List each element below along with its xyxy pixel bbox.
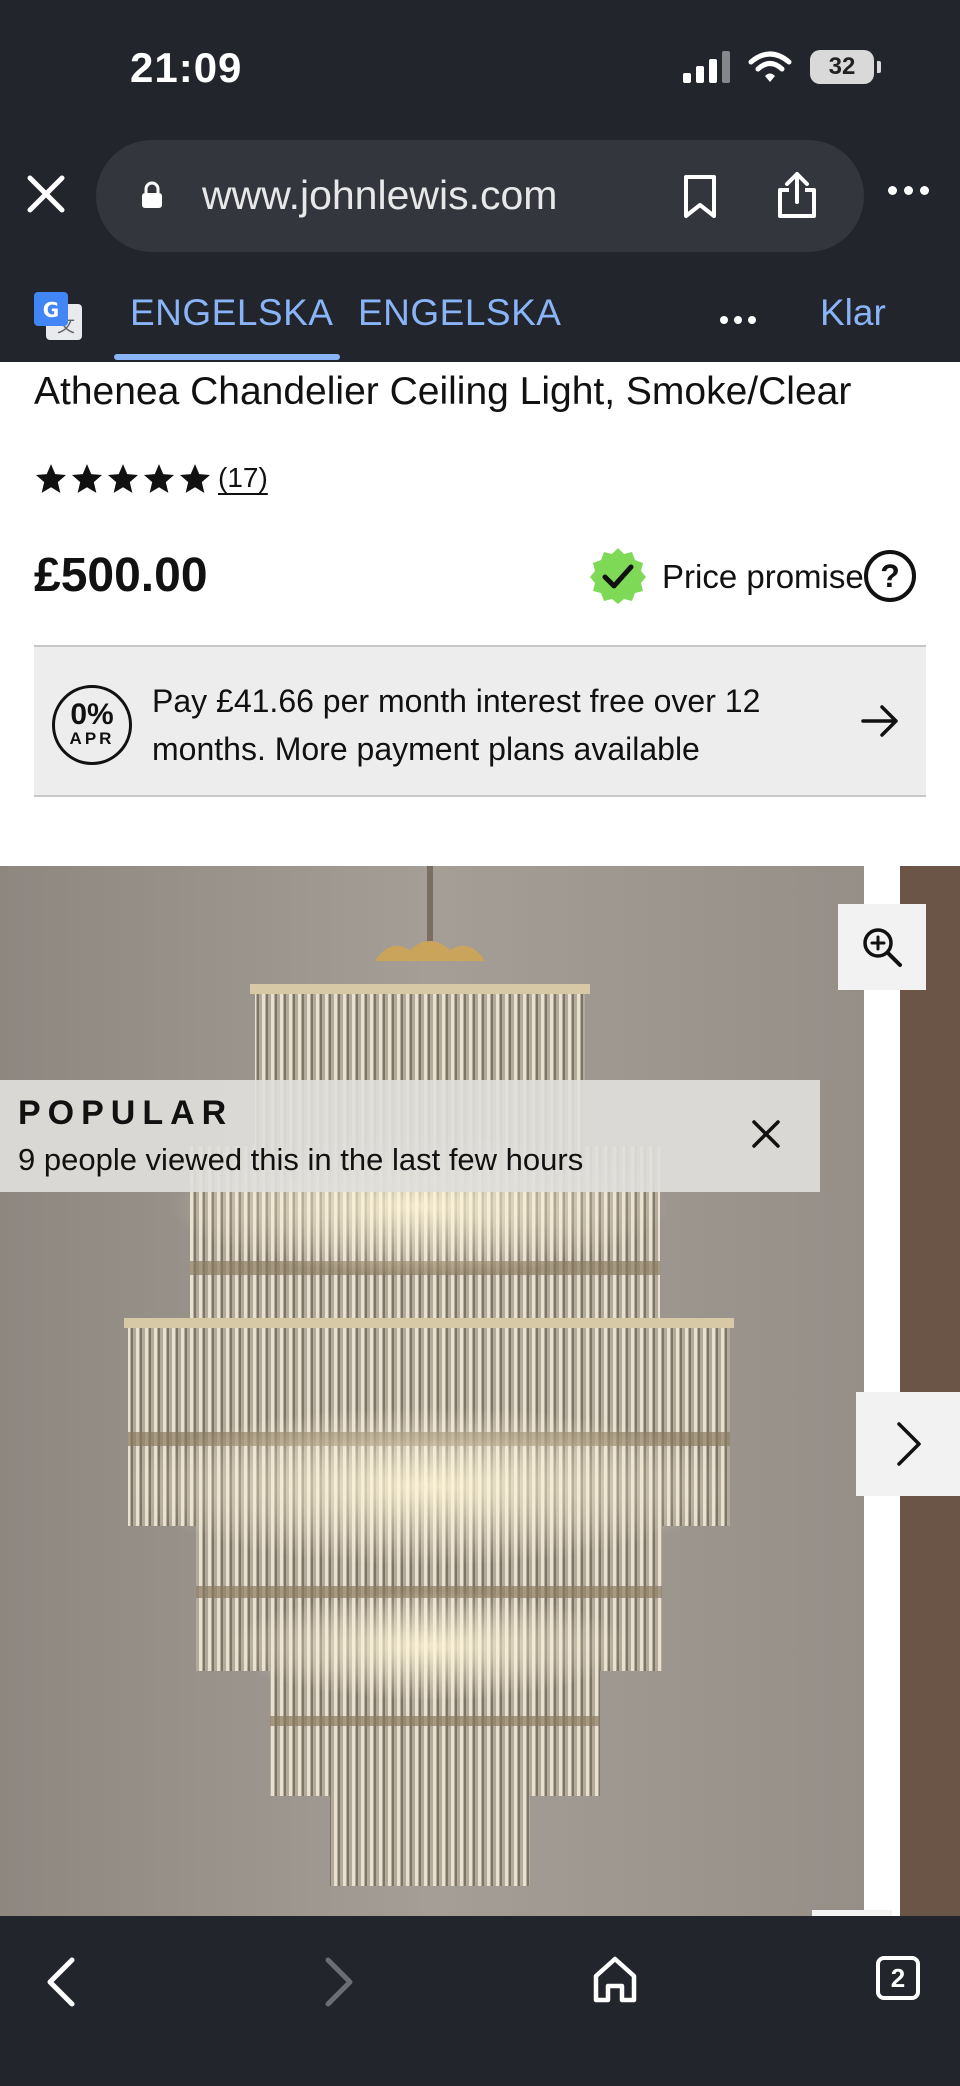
apr-badge-label: APR <box>69 729 115 748</box>
back-icon[interactable] <box>44 1956 78 2008</box>
star-icon <box>35 464 67 493</box>
google-translate-icon[interactable]: 文 G <box>34 292 84 342</box>
arrow-right-icon[interactable] <box>860 703 900 739</box>
more-options-icon[interactable] <box>888 186 929 195</box>
next-image-button[interactable] <box>856 1392 960 1496</box>
translate-more-icon[interactable] <box>720 316 756 324</box>
url-text[interactable]: www.johnlewis.com <box>202 172 557 219</box>
signal-icon <box>683 51 730 83</box>
review-count-link[interactable]: (17) <box>218 462 268 494</box>
rating-stars[interactable] <box>34 462 212 496</box>
svg-text:G: G <box>43 298 59 322</box>
star-icon <box>179 464 211 493</box>
close-icon[interactable] <box>20 168 72 220</box>
share-icon[interactable] <box>776 170 818 220</box>
tabs-count-button[interactable]: 2 <box>876 1956 920 2000</box>
help-icon[interactable]: ? <box>864 550 916 602</box>
forward-icon[interactable] <box>322 1956 356 2008</box>
zoom-button[interactable] <box>838 904 926 990</box>
star-icon <box>71 464 103 493</box>
price-promise-check-icon <box>590 548 646 604</box>
close-icon[interactable] <box>746 1114 786 1154</box>
product-title: Athenea Chandelier Ceiling Light, Smoke/… <box>34 370 852 413</box>
star-icon <box>143 464 175 493</box>
price-promise-label[interactable]: Price promise <box>662 558 864 596</box>
apr-offer-text: Pay £41.66 per month interest free over … <box>152 683 761 767</box>
popular-text: 9 people viewed this in the last few hou… <box>18 1142 584 1177</box>
done-button[interactable]: Klar <box>820 292 886 334</box>
home-icon[interactable] <box>592 1954 638 2004</box>
apr-badge-percent: 0% <box>70 698 114 731</box>
tab-target-language[interactable]: ENGELSKA <box>358 292 561 334</box>
product-image[interactable] <box>0 866 864 1916</box>
chevron-right-icon <box>897 1422 921 1466</box>
browser-toolbar: 2 <box>0 1916 960 2086</box>
active-tab-indicator <box>114 354 340 360</box>
payment-plans-banner[interactable]: 0% APR Pay £41.66 per month interest fre… <box>34 645 926 797</box>
zoom-in-icon <box>863 928 902 967</box>
address-bar[interactable]: www.johnlewis.com <box>96 140 864 252</box>
status-time: 21:09 <box>130 44 243 91</box>
status-icons: 32 <box>683 50 881 84</box>
tab-source-language[interactable]: ENGELSKA <box>130 292 333 334</box>
gallery-divider <box>864 866 900 1916</box>
product-image-gallery[interactable]: POPULAR 9 people viewed this in the last… <box>0 866 960 1916</box>
apr-badge-icon: 0% APR <box>52 685 132 765</box>
browser-chrome: 21:09 32 www.johnlewis.com 文 G ENGELSKA … <box>0 0 960 362</box>
next-image-preview[interactable] <box>900 866 960 1916</box>
star-icon <box>107 464 139 493</box>
wifi-icon <box>748 51 792 82</box>
product-price: £500.00 <box>34 549 208 602</box>
lock-icon <box>142 181 162 208</box>
bookmark-icon[interactable] <box>682 174 718 220</box>
battery-icon: 32 <box>810 50 881 84</box>
popular-title: POPULAR <box>18 1094 234 1132</box>
popular-notice: POPULAR 9 people viewed this in the last… <box>0 1080 820 1192</box>
